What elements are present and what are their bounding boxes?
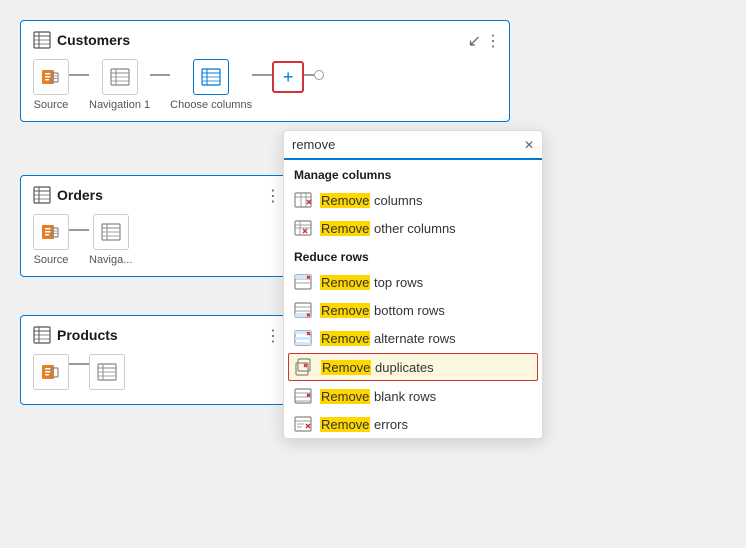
source-label: Source [34, 99, 69, 111]
menu-item-remove-columns[interactable]: Remove columns [284, 186, 542, 214]
remove-other-columns-icon [294, 219, 312, 237]
customers-steps: Source Navigation 1 [33, 59, 497, 111]
connector-4 [304, 74, 314, 76]
search-clear-button[interactable]: ✕ [524, 138, 534, 152]
menu-item-remove-duplicates[interactable]: Remove duplicates [288, 353, 538, 381]
products-source-icon [33, 354, 69, 390]
remove-duplicates-icon [295, 358, 313, 376]
remove-columns-icon [294, 191, 312, 209]
orders-title: Orders [57, 187, 103, 203]
connector-2 [150, 74, 170, 76]
menu-item-remove-errors[interactable]: Remove errors [284, 410, 542, 438]
connector-1 [69, 74, 89, 76]
reduce-rows-header: Reduce rows [284, 242, 542, 268]
add-step-button[interactable]: + [272, 61, 304, 93]
end-indicator [314, 70, 324, 80]
step-source[interactable]: Source [33, 59, 69, 111]
remove-duplicates-label: Remove duplicates [321, 360, 434, 375]
products-step-source[interactable] [33, 354, 69, 394]
add-step-item: + add [272, 61, 304, 109]
orders-actions: ⋮ [265, 186, 281, 206]
menu-item-remove-top-rows[interactable]: Remove top rows [284, 268, 542, 296]
remove-columns-label: Remove columns [320, 193, 422, 208]
step-nav[interactable]: Navigation 1 [89, 59, 150, 111]
orders-nav-icon [93, 214, 129, 250]
remove-bottom-rows-icon [294, 301, 312, 319]
products-title: Products [57, 327, 118, 343]
remove-top-rows-label: Remove top rows [320, 275, 423, 290]
orders-table-icon [33, 186, 51, 204]
menu-item-remove-alternate-rows[interactable]: Remove alternate rows [284, 324, 542, 352]
remove-alternate-rows-label: Remove alternate rows [320, 331, 456, 346]
orders-header: Orders [33, 186, 277, 204]
card-products: Products ⋮ [20, 315, 290, 405]
customers-actions: ↙ ⋮ [468, 31, 501, 51]
step-choose[interactable]: Choose columns [170, 59, 252, 111]
nav-label: Navigation 1 [89, 99, 150, 111]
products-connector [69, 363, 89, 365]
remove-errors-icon [294, 415, 312, 433]
canvas: Customers ↙ ⋮ S [0, 0, 746, 548]
card-customers: Customers ↙ ⋮ S [20, 20, 510, 122]
card-orders: Orders ⋮ Source [20, 175, 290, 277]
search-box: ✕ [284, 131, 542, 160]
products-nav-icon [89, 354, 125, 390]
connector-3 [252, 74, 272, 76]
products-steps [33, 354, 277, 394]
nav-icon-wrapper [102, 59, 138, 95]
remove-bottom-rows-label: Remove bottom rows [320, 303, 445, 318]
choose-icon-wrapper [193, 59, 229, 95]
search-input[interactable] [292, 137, 518, 152]
source-icon-wrapper [33, 59, 69, 95]
manage-columns-header: Manage columns [284, 160, 542, 186]
orders-step-nav[interactable]: Naviga... [89, 214, 132, 266]
dropdown-menu: ✕ Manage columns Remove columns [283, 130, 543, 439]
remove-alternate-rows-icon [294, 329, 312, 347]
remove-other-columns-label: Remove other columns [320, 221, 456, 236]
remove-top-rows-icon [294, 273, 312, 291]
choose-label: Choose columns [170, 99, 252, 111]
orders-steps: Source Naviga... [33, 214, 277, 266]
remove-blank-rows-label: Remove blank rows [320, 389, 436, 404]
remove-errors-label: Remove errors [320, 417, 408, 432]
customers-title: Customers [57, 32, 130, 48]
menu-item-remove-bottom-rows[interactable]: Remove bottom rows [284, 296, 542, 324]
orders-source-icon [33, 214, 69, 250]
menu-item-remove-blank-rows[interactable]: Remove blank rows [284, 382, 542, 410]
products-header: Products [33, 326, 277, 344]
orders-connector [69, 229, 89, 231]
products-table-icon [33, 326, 51, 344]
orders-source-label: Source [34, 254, 69, 266]
orders-step-source[interactable]: Source [33, 214, 69, 266]
products-more-button[interactable]: ⋮ [265, 326, 281, 346]
customers-table-icon [33, 31, 51, 49]
orders-nav-label: Naviga... [89, 254, 132, 266]
collapse-button[interactable]: ↙ [468, 31, 481, 51]
more-button[interactable]: ⋮ [485, 31, 501, 51]
customers-header: Customers [33, 31, 497, 49]
products-actions: ⋮ [265, 326, 281, 346]
products-step-nav[interactable] [89, 354, 125, 394]
menu-item-remove-other-columns[interactable]: Remove other columns [284, 214, 542, 242]
remove-blank-rows-icon [294, 387, 312, 405]
orders-more-button[interactable]: ⋮ [265, 186, 281, 206]
